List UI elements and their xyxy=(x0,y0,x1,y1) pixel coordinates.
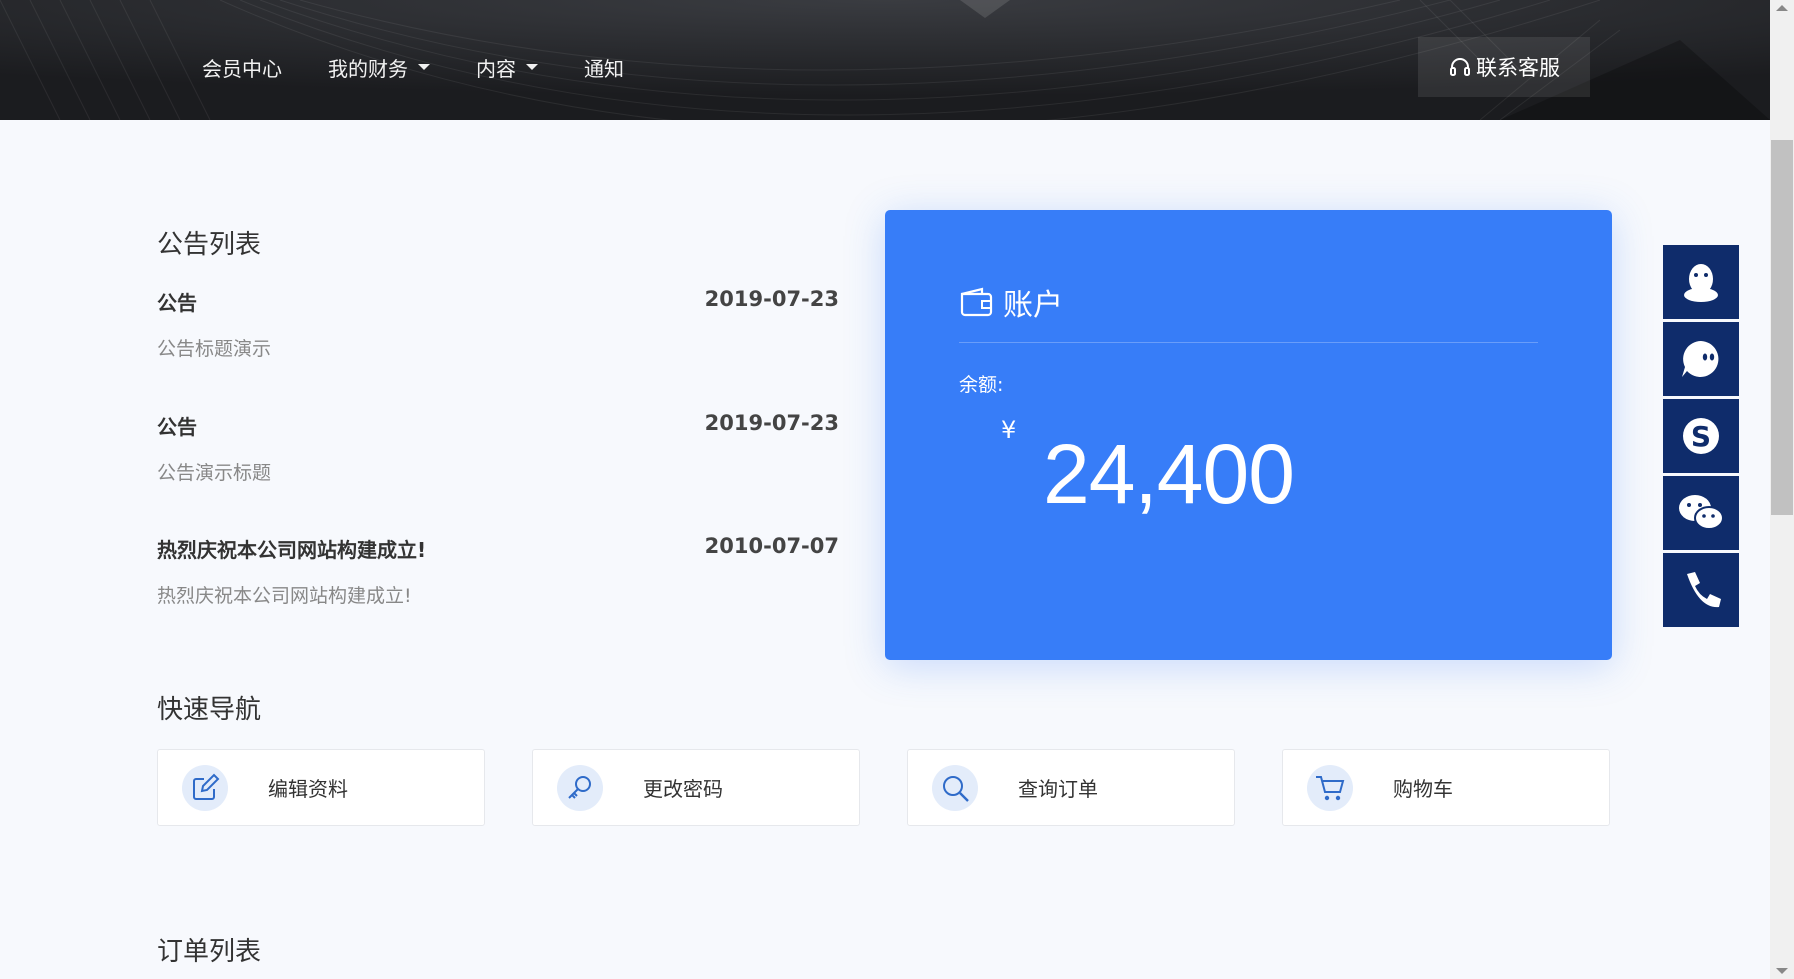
phone-button[interactable] xyxy=(1663,553,1739,627)
notice-date: 2019-07-23 xyxy=(704,411,839,435)
account-title: 账户 xyxy=(1003,288,1063,323)
scrollbar-thumb[interactable] xyxy=(1771,140,1793,515)
wallet-icon xyxy=(960,287,993,317)
quick-nav-edit-profile[interactable]: 编辑资料 xyxy=(157,749,485,826)
headset-icon xyxy=(1450,58,1470,76)
contact-support-button[interactable]: 联系客服 xyxy=(1418,37,1590,97)
balance-amount: 24,400 xyxy=(1043,427,1295,521)
top-header: 会员中心 我的财务 内容 通知 联系客服 xyxy=(0,0,1770,120)
quick-nav-query-orders[interactable]: 查询订单 xyxy=(907,749,1235,826)
nav-item-label: 会员中心 xyxy=(202,56,282,81)
notice-subtitle: 公告标题演示 xyxy=(157,338,272,360)
notice-item[interactable]: 公告 2019-07-23 公告标题演示 xyxy=(157,287,839,361)
notice-date: 2010-07-07 xyxy=(704,534,839,558)
aliwangwang-button[interactable] xyxy=(1663,322,1739,396)
notice-subtitle: 公告演示标题 xyxy=(157,462,272,484)
notice-date: 2019-07-23 xyxy=(704,287,839,311)
notice-item[interactable]: 公告 2019-07-23 公告演示标题 xyxy=(157,411,839,485)
account-divider xyxy=(959,342,1538,343)
wechat-icon xyxy=(1679,495,1724,530)
scroll-up-arrow-icon[interactable] xyxy=(1776,5,1788,11)
quick-nav-cart[interactable]: 购物车 xyxy=(1282,749,1610,826)
nav-item-notifications[interactable]: 通知 xyxy=(584,53,624,82)
skype-icon: S xyxy=(1683,418,1719,454)
scroll-down-arrow-icon[interactable] xyxy=(1776,968,1788,974)
order-list-title: 订单列表 xyxy=(157,937,262,967)
main-nav: 会员中心 我的财务 内容 通知 xyxy=(202,0,670,120)
contact-support-label: 联系客服 xyxy=(1476,56,1560,80)
aliwangwang-icon xyxy=(1682,341,1719,377)
quick-nav-label: 查询订单 xyxy=(1018,777,1098,801)
edit-icon xyxy=(182,764,228,811)
balance-label: 余额: xyxy=(959,374,1004,396)
skype-button[interactable]: S xyxy=(1663,399,1739,473)
account-card: 账户 余额: ¥ 24,400 xyxy=(885,210,1612,660)
notice-subtitle: 热烈庆祝本公司网站构建成立! xyxy=(157,585,412,607)
caret-down-icon xyxy=(526,64,538,70)
quick-nav-title: 快速导航 xyxy=(157,695,262,725)
cart-icon xyxy=(1307,764,1353,811)
currency-symbol: ¥ xyxy=(1001,416,1017,444)
nav-item-label: 通知 xyxy=(584,56,624,81)
notice-list-title: 公告列表 xyxy=(157,230,262,260)
phone-icon xyxy=(1687,572,1721,608)
nav-item-content[interactable]: 内容 xyxy=(476,53,538,82)
nav-item-member-center[interactable]: 会员中心 xyxy=(202,53,282,82)
caret-down-icon xyxy=(418,64,430,70)
nav-item-label: 内容 xyxy=(476,56,516,81)
qq-icon xyxy=(1684,264,1718,302)
key-icon xyxy=(557,764,603,811)
account-header: 账户 xyxy=(959,280,1063,324)
quick-nav-change-password[interactable]: 更改密码 xyxy=(532,749,860,826)
nav-item-my-finance[interactable]: 我的财务 xyxy=(328,53,430,82)
search-icon xyxy=(932,764,978,811)
quick-nav-label: 更改密码 xyxy=(643,777,723,801)
nav-item-label: 我的财务 xyxy=(328,56,408,81)
quick-nav-label: 购物车 xyxy=(1393,777,1453,801)
floating-contact-bar: S xyxy=(1663,245,1739,630)
quick-nav-label: 编辑资料 xyxy=(268,777,348,801)
wechat-button[interactable] xyxy=(1663,476,1739,550)
notice-item[interactable]: 热烈庆祝本公司网站构建成立! 2010-07-07 热烈庆祝本公司网站构建成立! xyxy=(157,534,839,608)
svg-text:S: S xyxy=(1691,420,1711,453)
qq-button[interactable] xyxy=(1663,245,1739,319)
